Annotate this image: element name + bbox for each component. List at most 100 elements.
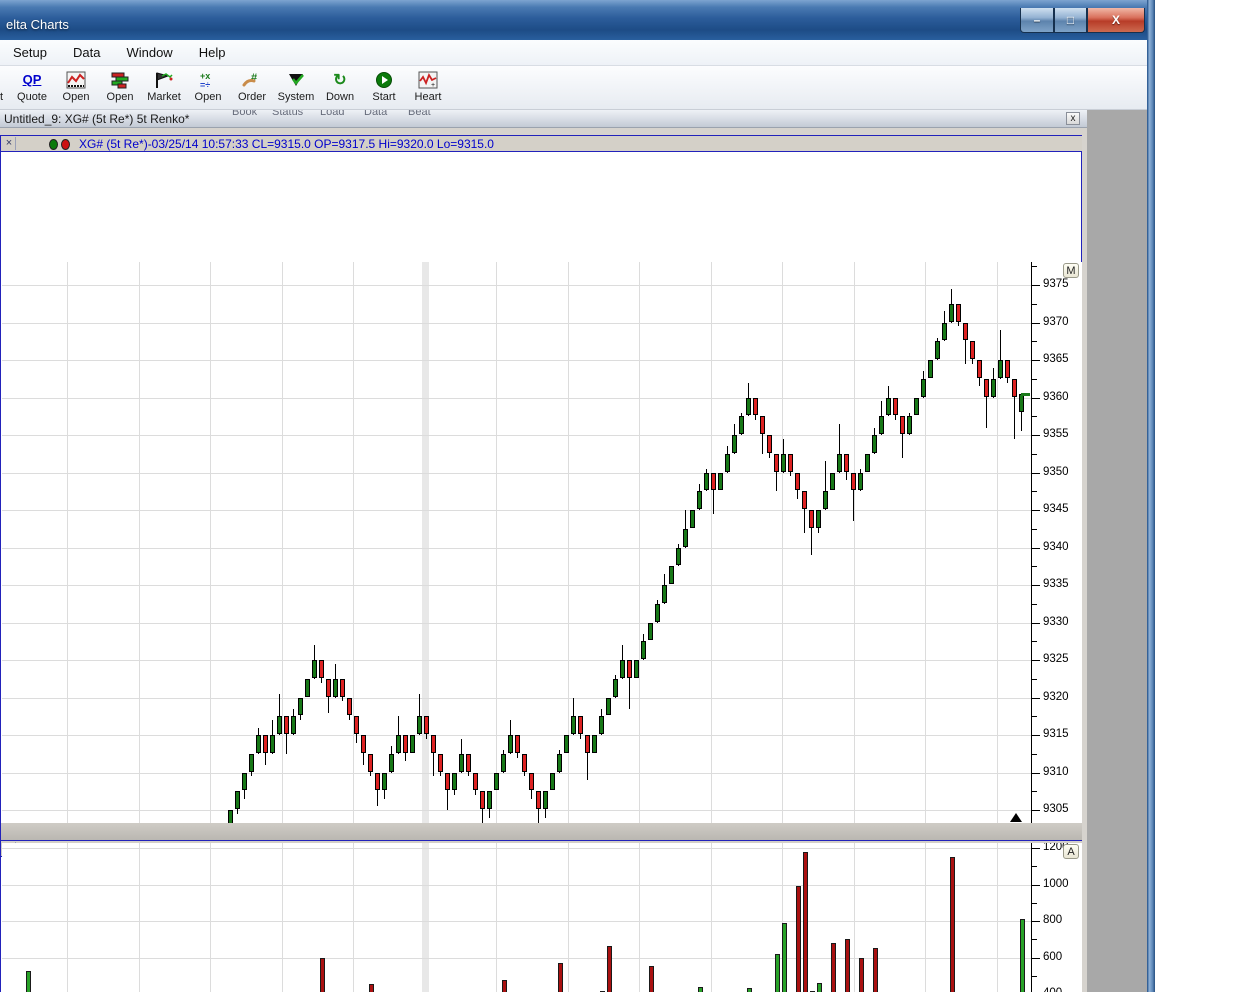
renko-brick <box>298 697 303 716</box>
chart-window-titlebar[interactable]: Untitled_9: XG# (5t Re*) 5t Renko* Book … <box>0 110 1087 128</box>
gridline-vertical <box>67 262 68 823</box>
refresh-icon: ↻ <box>333 71 347 89</box>
maximize-button[interactable]: □ <box>1054 8 1087 33</box>
renko-brick <box>431 735 436 753</box>
axis-tick-label: 9370 <box>1043 315 1069 328</box>
toolbar-button-market[interactable]: Market <box>142 66 186 110</box>
axis-tick <box>1032 303 1037 305</box>
renko-brick <box>753 397 758 416</box>
volume-bar <box>607 946 612 992</box>
renko-brick <box>886 397 891 416</box>
app-title: elta Charts <box>6 17 69 32</box>
minimize-button[interactable]: – <box>1020 8 1054 33</box>
price-chart-area[interactable] <box>2 262 1031 823</box>
renko-brick <box>634 660 639 678</box>
renko-brick <box>669 566 674 585</box>
close-button[interactable]: X <box>1087 8 1145 33</box>
price-pane-close-button[interactable]: × <box>3 137 16 150</box>
renko-brick <box>816 510 821 528</box>
menu-setup[interactable]: Setup <box>0 42 60 63</box>
gridline-vertical <box>138 843 140 992</box>
axis-tick-label: 800 <box>1043 914 1063 927</box>
axis-tick <box>1032 491 1037 493</box>
menu-help[interactable]: Help <box>186 42 239 63</box>
toolbar-button-system[interactable]: System <box>274 66 318 110</box>
renko-brick <box>249 753 254 772</box>
axis-tick <box>1032 810 1040 811</box>
axis-tick <box>1032 884 1040 886</box>
gridline-horizontal <box>2 585 1031 586</box>
renko-brick <box>263 735 268 753</box>
toolbar-button-open-bars[interactable]: Open <box>98 66 142 110</box>
scroll-position-marker <box>1010 813 1022 822</box>
renko-brick <box>368 753 373 772</box>
renko-brick <box>438 753 443 772</box>
chart-window-title: Untitled_9: XG# (5t Re*) 5t Renko* <box>4 112 190 126</box>
toolbar-button-open-math[interactable]: +x =÷ Open <box>186 66 230 110</box>
renko-brick <box>802 491 807 510</box>
renko-brick <box>333 678 338 697</box>
renko-brick <box>620 660 625 678</box>
toolbar-button-order[interactable]: # Order <box>230 66 274 110</box>
toolbar-button-cut[interactable]: t <box>0 66 10 110</box>
volume-bar <box>26 970 31 992</box>
manual-scale-badge[interactable]: M <box>1063 263 1079 278</box>
renko-brick <box>655 603 660 622</box>
renko-brick <box>270 735 275 753</box>
volume-bar <box>649 965 654 992</box>
renko-brick <box>347 697 352 716</box>
price-axis[interactable]: 9305 9310 9315 9320 9325 9330 9335 9340 9345 9350… <box>1031 262 1082 823</box>
price-pane-info: XG# (5t Re*)-03/25/14 10:57:33 CL=9315.0… <box>79 137 494 151</box>
renko-brick <box>452 772 457 791</box>
axis-tick <box>1032 735 1040 736</box>
minimize-icon: – <box>1033 13 1041 27</box>
renko-brick <box>466 753 471 772</box>
renko-brick <box>256 735 261 753</box>
renko-brick <box>592 735 597 753</box>
pane-separator[interactable] <box>1 823 1082 840</box>
volume-chart-area[interactable] <box>2 843 1031 992</box>
volume-axis[interactable]: 20040060080010001200A <box>1031 843 1082 992</box>
gridline-vertical <box>421 843 429 992</box>
toolbar-button-open-chart[interactable]: Open <box>54 66 98 110</box>
toolbar-button-down[interactable]: ↻ Down <box>318 66 362 110</box>
gridline-vertical <box>996 843 998 992</box>
toolbar-button-start[interactable]: Start <box>362 66 406 110</box>
qp-quote-icon: QP <box>22 72 42 87</box>
renko-brick <box>445 772 450 791</box>
chart-window-close-button[interactable]: x <box>1066 112 1080 125</box>
toolbar-ghost-label: Status <box>272 110 304 118</box>
toolbar-button-quote[interactable]: QP Quote <box>10 66 54 110</box>
renko-brick <box>767 435 772 453</box>
menu-data[interactable]: Data <box>60 42 113 63</box>
renko-brick <box>396 735 401 753</box>
gridline-vertical <box>353 262 354 823</box>
axis-tick <box>1032 716 1037 718</box>
app-titlebar[interactable]: elta Charts – □ X <box>0 0 1155 40</box>
toolbar-button-heart[interactable]: + Heart <box>406 66 450 110</box>
renko-brick <box>312 660 317 678</box>
axis-tick-label: 9365 <box>1043 353 1069 365</box>
toolbar: t QP Quote Open Open Market +x =÷ Open #… <box>0 66 1147 110</box>
gridline-horizontal <box>2 772 1031 774</box>
price-pane-header[interactable]: × XG# (5t Re*)-03/25/14 10:57:33 CL=9315… <box>1 135 1082 152</box>
axis-tick-label: 9305 <box>1043 803 1069 815</box>
gridline-vertical <box>996 262 998 823</box>
auto-scale-badge[interactable]: A <box>1063 844 1079 859</box>
axis-tick <box>1032 957 1040 959</box>
menu-window[interactable]: Window <box>113 42 185 63</box>
renko-brick <box>571 716 576 735</box>
axis-tick <box>1032 641 1037 643</box>
renko-brick <box>403 735 408 753</box>
renko-brick <box>872 435 877 453</box>
gridline-horizontal <box>2 660 1031 661</box>
axis-tick <box>1032 397 1040 399</box>
renko-brick <box>844 453 849 472</box>
axis-tick <box>1032 341 1037 343</box>
gridline-vertical <box>853 262 855 823</box>
toolbar-ghost-label: Beat <box>408 110 431 118</box>
renko-brick <box>977 360 982 378</box>
axis-tick-label: 9350 <box>1043 465 1069 478</box>
window-right-border <box>1147 0 1155 992</box>
renko-brick <box>1005 360 1010 378</box>
